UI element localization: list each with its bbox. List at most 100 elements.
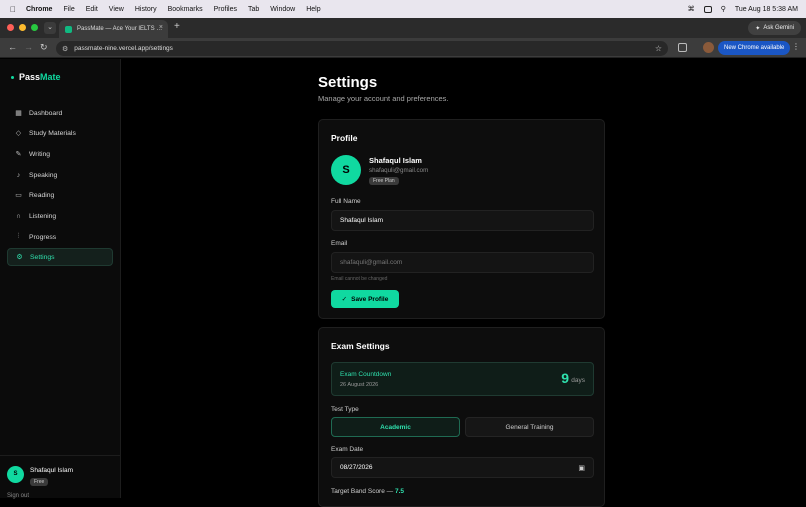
graduation-cap-icon: ◇ <box>15 130 22 137</box>
sidebar-item-listening[interactable]: ∩ Listening <box>7 207 113 225</box>
target-band-text: Target Band Score — <box>331 488 394 495</box>
menu-profiles[interactable]: Profiles <box>214 6 237 13</box>
wifi-icon[interactable]: ⌘ <box>688 5 695 13</box>
bookmark-star-icon[interactable]: ☆ <box>655 44 662 53</box>
exam-settings-card: Exam Settings Exam Countdown 26 August 2… <box>318 327 605 507</box>
sidebar-item-dashboard[interactable]: ▦ Dashboard <box>7 104 113 122</box>
countdown-label: Exam Countdown <box>340 371 392 378</box>
browser-tab-passmate[interactable]: PassMate — Ace Your IELTS … × <box>59 20 168 38</box>
save-profile-label: Save Profile <box>351 295 389 303</box>
headphones-icon: ∩ <box>15 212 22 220</box>
chrome-menu-icon[interactable]: ⋮ <box>792 42 800 51</box>
extensions-icon[interactable] <box>678 43 687 52</box>
full-name-input[interactable]: Shafaqul Islam <box>331 210 594 231</box>
menu-history[interactable]: History <box>135 6 157 13</box>
test-type-academic-button[interactable]: Academic <box>331 417 460 437</box>
page-title: Settings <box>318 74 378 91</box>
ask-gemini-button[interactable]: ✦ Ask Gemini <box>748 21 801 35</box>
profile-heading: Profile <box>331 133 358 143</box>
favicon-icon <box>65 25 72 33</box>
exam-settings-heading: Exam Settings <box>331 341 390 351</box>
gear-icon: ⚙ <box>16 254 23 261</box>
exam-countdown-box: Exam Countdown 26 August 2026 9 days <box>331 362 594 396</box>
menu-file[interactable]: File <box>63 6 74 13</box>
tab-title: PassMate — Ace Your IELTS … <box>77 26 163 32</box>
sidebar-item-progress[interactable]: ⫶ Progress <box>7 228 113 246</box>
exam-date-value: 08/27/2026 <box>340 464 373 471</box>
tab-search-chevron-icon[interactable]: ⌄ <box>44 22 56 34</box>
menu-tab[interactable]: Tab <box>248 6 259 13</box>
profile-avatar-icon[interactable] <box>703 42 714 53</box>
sidebar-item-reading[interactable]: ▭ Reading <box>7 186 113 204</box>
email-hint: Email cannot be changed <box>331 276 388 282</box>
menu-app-name[interactable]: Chrome <box>26 6 52 13</box>
window-controls <box>7 24 38 31</box>
sidebar-item-label: Writing <box>29 150 51 158</box>
menu-window[interactable]: Window <box>270 6 295 13</box>
user-name: Shafaqul Islam <box>30 467 73 474</box>
zoom-window-icon[interactable] <box>31 24 38 31</box>
apple-icon[interactable]:  <box>10 5 16 14</box>
profile-email: shafaquli@gmail.com <box>369 167 429 174</box>
sidebar-item-label: Progress <box>29 233 57 241</box>
address-bar[interactable]: ⚙ passmate-nine.vercel.app/settings ☆ <box>56 41 668 56</box>
sidebar-item-settings[interactable]: ⚙ Settings <box>7 248 113 266</box>
url-text: passmate-nine.vercel.app/settings <box>74 45 173 52</box>
os-menubar:  Chrome File Edit View History Bookmark… <box>0 0 806 18</box>
target-band-value: 7.5 <box>394 488 405 495</box>
logo-text-mate: Mate <box>40 72 61 82</box>
test-type-label: Test Type <box>331 406 359 413</box>
sparkle-icon: ✦ <box>755 25 761 32</box>
calendar-icon[interactable]: ▣ <box>578 464 585 472</box>
book-icon: ▭ <box>15 192 22 199</box>
menu-edit[interactable]: Edit <box>86 6 98 13</box>
plan-badge: Free Plan <box>369 177 399 185</box>
close-tab-icon[interactable]: × <box>159 24 163 31</box>
browser-tabbar: ⌄ PassMate — Ace Your IELTS … × + ✦ Ask … <box>0 18 806 38</box>
bar-chart-icon: ⫶ <box>17 233 20 240</box>
profile-card: Profile S Shafaqul Islam shafaquli@gmail… <box>318 119 605 319</box>
sidebar-item-speaking[interactable]: ♪ Speaking <box>7 166 113 184</box>
target-band-score-label: Target Band Score — 7.5 <box>331 488 404 495</box>
battery-icon[interactable] <box>703 5 712 13</box>
profile-avatar: S <box>331 155 361 185</box>
sidebar-item-writing[interactable]: ✎ Writing <box>7 145 113 163</box>
save-profile-button[interactable]: ✓ Save Profile <box>331 290 399 308</box>
page-subtitle: Manage your account and preferences. <box>318 94 449 103</box>
menu-view[interactable]: View <box>109 6 124 13</box>
countdown-date: 26 August 2026 <box>340 382 379 388</box>
sidebar-item-label: Listening <box>29 212 57 220</box>
close-window-icon[interactable] <box>7 24 14 31</box>
site-info-icon[interactable]: ⚙ <box>62 45 68 53</box>
new-tab-button[interactable]: + <box>174 21 180 32</box>
user-plan-badge: Free <box>30 478 49 486</box>
back-arrow-icon[interactable]: ← <box>8 42 17 52</box>
main-content: Settings Manage your account and prefere… <box>122 59 806 507</box>
sidebar-item-study-materials[interactable]: ◇ Study Materials <box>7 124 113 142</box>
email-input: shafaquli@gmail.com <box>331 252 594 273</box>
exam-date-input[interactable]: 08/27/2026 ▣ <box>331 457 594 478</box>
search-icon[interactable]: ⚲ <box>721 5 726 13</box>
reload-icon[interactable]: ↻ <box>40 42 48 53</box>
menubar-datetime[interactable]: Tue Aug 18 5:38 AM <box>735 6 798 13</box>
test-type-general-training-button[interactable]: General Training <box>465 417 594 437</box>
new-chrome-available-button[interactable]: New Chrome available <box>718 41 791 55</box>
sidebar-item-label: Study Materials <box>29 129 76 137</box>
sidebar: Pass Mate ▦ Dashboard ◇ Study Materials ✎… <box>0 59 121 499</box>
grid-icon: ▦ <box>15 110 22 117</box>
minimize-window-icon[interactable] <box>19 24 26 31</box>
check-icon: ✓ <box>341 296 348 303</box>
sidebar-item-label: Settings <box>30 253 55 261</box>
pen-icon: ✎ <box>15 151 22 158</box>
menu-bookmarks[interactable]: Bookmarks <box>168 6 203 13</box>
email-label: Email <box>331 240 348 247</box>
sidebar-user-panel[interactable]: S Shafaqul Islam Free <box>0 455 121 498</box>
menu-help[interactable]: Help <box>306 6 320 13</box>
forward-arrow-icon[interactable]: → <box>24 42 33 52</box>
countdown-days-unit: days <box>571 377 585 384</box>
passmate-logo[interactable]: Pass Mate <box>11 72 61 82</box>
sign-out-button[interactable]: Sign out <box>7 493 29 499</box>
sidebar-item-label: Dashboard <box>29 109 63 117</box>
full-name-label: Full Name <box>331 198 361 205</box>
browser-toolbar: ← → ↻ ⚙ passmate-nine.vercel.app/setting… <box>0 38 806 58</box>
